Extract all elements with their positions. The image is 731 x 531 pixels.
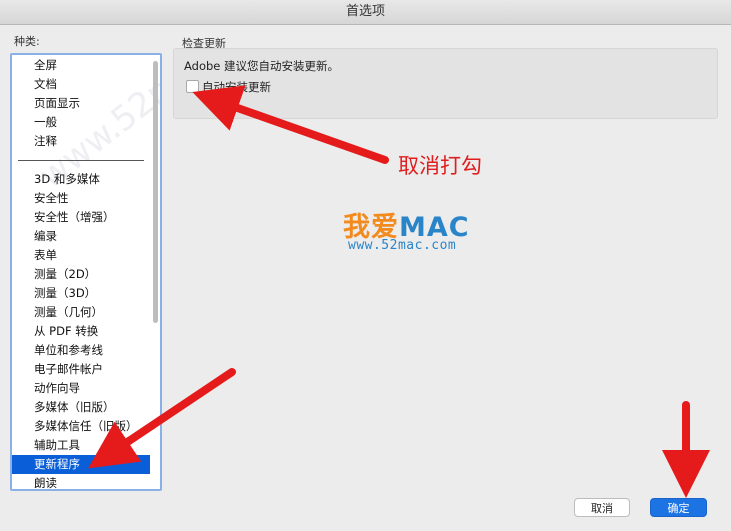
- window-title: 首选项: [0, 0, 731, 25]
- category-item[interactable]: 辅助工具: [12, 436, 150, 455]
- category-item[interactable]: 多媒体信任（旧版）: [12, 417, 150, 436]
- cancel-button[interactable]: 取消: [574, 498, 630, 517]
- category-item[interactable]: 文档: [12, 75, 150, 94]
- category-separator: [18, 160, 144, 161]
- auto-install-label[interactable]: 自动安装更新: [202, 79, 271, 95]
- update-description: Adobe 建议您自动安装更新。: [184, 59, 340, 73]
- category-item[interactable]: 动作向导: [12, 379, 150, 398]
- auto-install-checkbox[interactable]: [186, 80, 199, 93]
- categories-label: 种类:: [14, 35, 40, 48]
- category-item[interactable]: 单位和参考线: [12, 341, 150, 360]
- category-item[interactable]: 表单: [12, 246, 150, 265]
- category-item[interactable]: 全屏: [12, 56, 150, 75]
- category-item[interactable]: 测量（几何）: [12, 303, 150, 322]
- ok-button[interactable]: 确定: [650, 498, 707, 517]
- update-panel: Adobe 建议您自动安装更新。 自动安装更新: [173, 48, 718, 119]
- category-item[interactable]: 注释: [12, 132, 150, 151]
- category-item[interactable]: 测量（3D）: [12, 284, 150, 303]
- category-item[interactable]: 安全性: [12, 189, 150, 208]
- category-item[interactable]: 安全性（增强）: [12, 208, 150, 227]
- category-item[interactable]: 编录: [12, 227, 150, 246]
- category-item[interactable]: 页面显示: [12, 94, 150, 113]
- category-item[interactable]: 朗读: [12, 474, 150, 489]
- category-item[interactable]: 一般: [12, 113, 150, 132]
- watermark-url: www.52mac.com: [348, 238, 457, 253]
- category-item[interactable]: 测量（2D）: [12, 265, 150, 284]
- category-item[interactable]: 电子邮件帐户: [12, 360, 150, 379]
- category-item[interactable]: 多媒体（旧版）: [12, 398, 150, 417]
- category-scrollbar[interactable]: [153, 61, 158, 323]
- category-item[interactable]: 3D 和多媒体: [12, 170, 150, 189]
- annotation-text: 取消打勾: [398, 154, 482, 178]
- category-item[interactable]: 更新程序: [12, 455, 150, 474]
- category-item[interactable]: 从 PDF 转换: [12, 322, 150, 341]
- category-list[interactable]: www.52mac.com 全屏 文档 页面显示 一般 注释 3D 和多媒体 安全性 安全性…: [10, 53, 162, 491]
